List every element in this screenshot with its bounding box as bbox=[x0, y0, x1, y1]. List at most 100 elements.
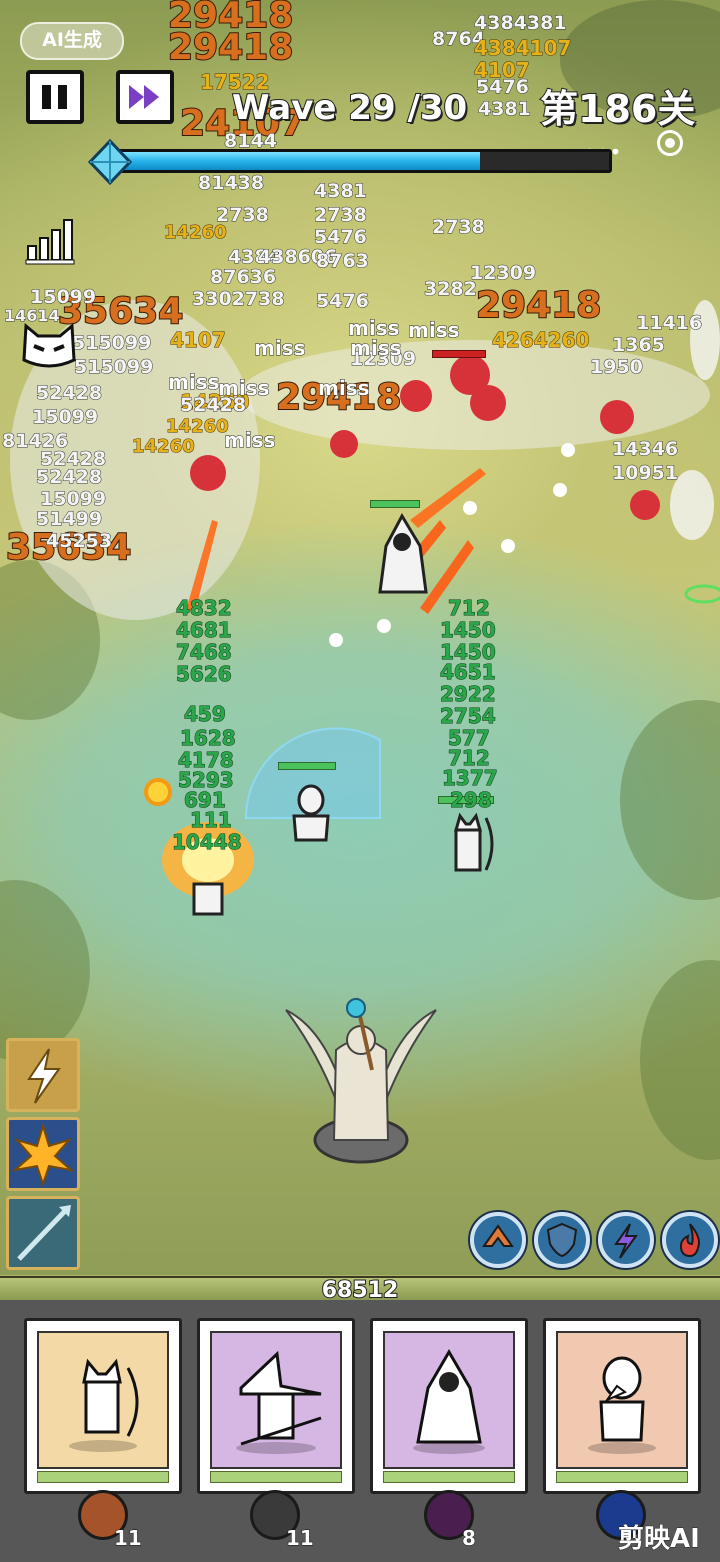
damage-number: 15099 bbox=[39, 488, 107, 510]
damage-number: 4651 bbox=[440, 660, 497, 684]
ally-wizard bbox=[192, 882, 224, 916]
pause-button[interactable] bbox=[26, 70, 84, 124]
miss-label: miss bbox=[350, 336, 403, 361]
hero-card-level-stripe bbox=[556, 1471, 688, 1483]
damage-number: 3302738 bbox=[192, 288, 286, 310]
hero-card-wizard[interactable] bbox=[197, 1318, 355, 1494]
plague-doctor-figure bbox=[588, 1356, 656, 1454]
damage-number: 2738 bbox=[432, 216, 486, 238]
white-orb bbox=[501, 539, 515, 553]
damage-number: 4681 bbox=[176, 618, 233, 642]
hero-card-dark-mage[interactable] bbox=[370, 1318, 528, 1494]
ability-lightning[interactable] bbox=[598, 1212, 654, 1268]
damage-number: 11416 bbox=[635, 312, 703, 334]
hero-card-plague-doctor[interactable] bbox=[543, 1318, 701, 1494]
damage-number: 52428 bbox=[35, 382, 103, 404]
shield-icon bbox=[546, 1222, 578, 1258]
damage-number: 29418 bbox=[167, 27, 294, 68]
damage-number: 1450 bbox=[440, 618, 497, 642]
damage-number: 14260 bbox=[166, 416, 230, 437]
damage-number: 712 bbox=[448, 746, 491, 770]
miss-label: miss bbox=[224, 428, 277, 453]
skill-spear[interactable] bbox=[6, 1196, 80, 1270]
skill-lightning-sword[interactable] bbox=[6, 1038, 80, 1112]
damage-number: 691 bbox=[184, 788, 227, 812]
damage-number: 10951 bbox=[611, 462, 679, 484]
damage-number: 5293 bbox=[178, 768, 235, 792]
miss-label: miss bbox=[218, 376, 271, 401]
damage-number: 4381 bbox=[478, 98, 532, 120]
archer-cat-figure bbox=[69, 1358, 139, 1452]
damage-number: 5476 bbox=[314, 226, 368, 248]
damage-number: 51499 bbox=[35, 508, 103, 530]
damage-number: 8763 bbox=[316, 250, 370, 272]
ally-archer-cat bbox=[454, 812, 494, 872]
hero-count: 8 bbox=[462, 1526, 477, 1551]
central-tower bbox=[285, 997, 437, 1164]
wave-progress-bar bbox=[108, 149, 612, 173]
hero-card-portrait bbox=[383, 1331, 515, 1469]
spear-icon bbox=[17, 1205, 71, 1261]
summon-circle bbox=[684, 584, 720, 604]
ally-health-bar bbox=[278, 762, 336, 770]
miss-label: miss bbox=[168, 370, 221, 395]
damage-number: 15099 bbox=[29, 286, 97, 308]
pause-icon bbox=[42, 85, 67, 109]
damage-number: 4384107 bbox=[473, 36, 572, 60]
white-orb bbox=[329, 633, 343, 647]
damage-number: 4264260 bbox=[491, 328, 590, 352]
lightning-bolt-icon bbox=[614, 1223, 638, 1259]
fast-forward-button[interactable] bbox=[116, 70, 174, 124]
dark-mage-figure bbox=[413, 1348, 485, 1454]
damage-number: 4832 bbox=[176, 596, 233, 620]
damage-number: 7468 bbox=[176, 640, 233, 664]
hero-card-archer-cat[interactable] bbox=[24, 1318, 182, 1494]
damage-number: 2922 bbox=[440, 682, 497, 706]
damage-number: 5476 bbox=[316, 290, 370, 312]
wave-counter: Wave 29 /30 bbox=[231, 87, 468, 129]
miss-label: miss bbox=[254, 336, 307, 361]
ability-shield[interactable] bbox=[534, 1212, 590, 1268]
hero-card-portrait bbox=[37, 1331, 169, 1469]
boss-wave-icon bbox=[22, 322, 76, 368]
ally-dark-mage bbox=[378, 512, 428, 594]
statistics-icon[interactable] bbox=[24, 216, 76, 266]
damage-number: 14346 bbox=[611, 438, 679, 460]
white-orb bbox=[377, 619, 391, 633]
damage-number: 515099 bbox=[71, 332, 152, 354]
damage-number: 577 bbox=[448, 726, 491, 750]
damage-number: 1377 bbox=[442, 766, 499, 790]
white-orb bbox=[553, 483, 567, 497]
hero-card-portrait bbox=[556, 1331, 688, 1469]
damage-number: 14260 bbox=[132, 436, 196, 457]
fireball bbox=[144, 778, 172, 806]
hero-count: 11 bbox=[114, 1526, 143, 1551]
damage-number: 2738 bbox=[314, 204, 368, 226]
damage-number: 14260 bbox=[164, 222, 228, 243]
wizard-figure bbox=[236, 1350, 322, 1454]
ally-plague-doctor bbox=[292, 784, 330, 842]
fast-forward-icon bbox=[129, 85, 159, 109]
damage-number: 52428 bbox=[35, 466, 103, 488]
damage-number: 5476 bbox=[476, 76, 530, 98]
skill-burst[interactable] bbox=[6, 1117, 80, 1191]
damage-number: 12309 bbox=[469, 262, 537, 284]
damage-number: 45253 bbox=[45, 530, 113, 552]
wave-progress-fill bbox=[111, 152, 480, 170]
hero-card-portrait bbox=[210, 1331, 342, 1469]
ai-generated-badge: AI生成 bbox=[20, 22, 124, 60]
damage-number: 1365 bbox=[612, 334, 666, 356]
ability-fire[interactable] bbox=[662, 1212, 718, 1268]
damage-number: 4178 bbox=[178, 748, 235, 772]
lightning-icon bbox=[27, 1048, 61, 1104]
ability-speed[interactable] bbox=[470, 1212, 526, 1268]
up-arrow-icon bbox=[482, 1224, 514, 1247]
record-icon[interactable] bbox=[657, 130, 683, 156]
damage-number: 81438 bbox=[197, 172, 265, 194]
damage-number: 5626 bbox=[176, 662, 233, 686]
miss-label: miss bbox=[318, 376, 371, 401]
damage-number: 1950 bbox=[590, 356, 644, 378]
damage-number: 29418 bbox=[475, 285, 602, 326]
white-orb bbox=[561, 443, 575, 457]
hero-card-level-stripe bbox=[37, 1471, 169, 1483]
